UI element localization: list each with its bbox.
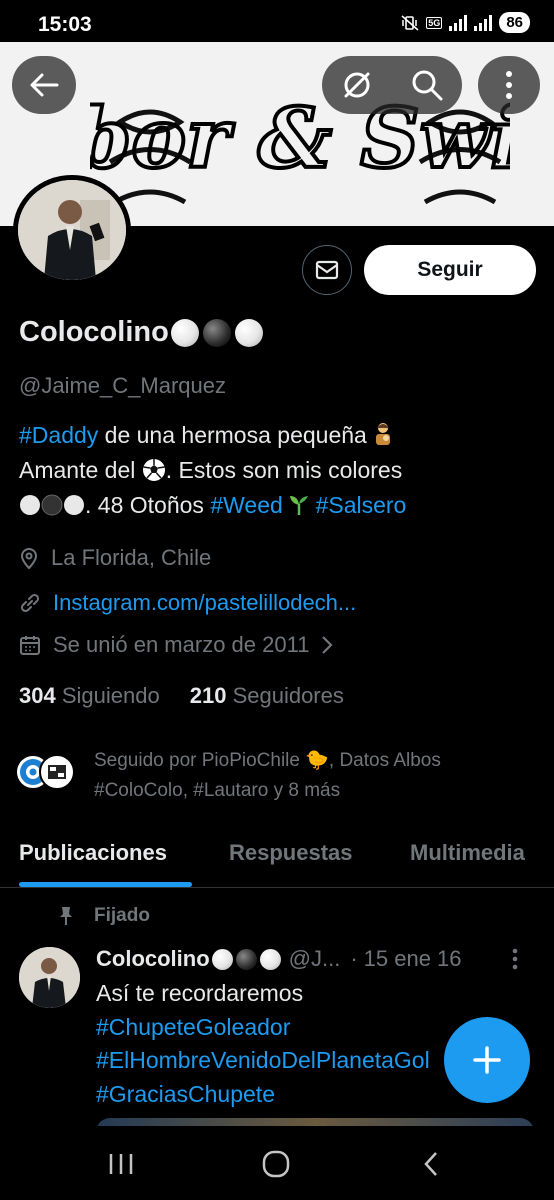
- bio-text-2: Amante del: [19, 457, 136, 483]
- hide-retweets-icon[interactable]: [340, 68, 374, 102]
- location-text: La Florida, Chile: [51, 545, 212, 570]
- home-icon: [262, 1150, 290, 1178]
- status-icons: 5G 86: [401, 12, 530, 33]
- black-circle-icon: [41, 494, 63, 516]
- club-colors-emoji: [211, 948, 281, 970]
- location-row: La Florida, Chile: [19, 545, 211, 571]
- website-link[interactable]: Instagram.com/pastelillodech...: [53, 590, 356, 616]
- home-button[interactable]: [246, 1144, 306, 1184]
- follower-avatar-datos-albos: [39, 754, 75, 790]
- white-circle-icon: [234, 318, 263, 347]
- white-circle-icon: [64, 495, 84, 515]
- pinned-indicator: Fijado: [58, 905, 150, 927]
- hashtag-daddy[interactable]: #Daddy: [19, 422, 98, 448]
- following-count: 304: [19, 683, 56, 708]
- compose-button[interactable]: [444, 1017, 530, 1103]
- post-author-avatar[interactable]: [19, 947, 80, 1008]
- location-pin-icon: [20, 548, 38, 570]
- battery-icon: 86: [499, 12, 530, 33]
- status-bar: 15:03 5G 86: [0, 0, 554, 44]
- signal-icon-2: [474, 14, 493, 31]
- post-more-button[interactable]: [512, 948, 518, 976]
- signal-icon: [449, 14, 468, 31]
- post-line-1: Así te recordaremos: [96, 980, 304, 1006]
- profile-avatar[interactable]: [13, 175, 131, 285]
- profile-name-text: Colocolino: [19, 316, 169, 348]
- message-button[interactable]: [302, 245, 352, 295]
- joined-text: Se unió en marzo de 2011: [53, 632, 310, 657]
- followers-count: 210: [189, 683, 227, 708]
- back-chevron-icon: [424, 1152, 437, 1176]
- system-nav-bar: [0, 1126, 554, 1200]
- status-time: 15:03: [38, 13, 92, 36]
- tab-multimedia[interactable]: Multimedia: [410, 840, 525, 866]
- hashtag-weed[interactable]: #Weed: [210, 492, 282, 518]
- white-circle-icon: [211, 948, 233, 970]
- following-label: Siguiendo: [61, 683, 160, 708]
- back-nav-button[interactable]: [401, 1144, 461, 1184]
- profile-bio: #Daddy de una hermosa pequeña Amante del…: [19, 418, 539, 523]
- pinned-label: Fijado: [94, 905, 150, 926]
- post-author-handle: @J...: [288, 946, 341, 971]
- black-circle-icon: [235, 948, 257, 970]
- tab-publicaciones[interactable]: Publicaciones: [19, 840, 167, 866]
- avatar-photo: [18, 180, 126, 280]
- calendar-icon: [20, 636, 40, 655]
- back-button[interactable]: [12, 56, 76, 114]
- bio-line-3: . 48 Otoños #Weed #Salsero: [19, 488, 539, 523]
- back-arrow-icon: [30, 73, 59, 97]
- chevron-right-icon: [322, 636, 333, 654]
- post-date[interactable]: 15 ene 16: [364, 946, 462, 972]
- followed-by-avatars[interactable]: [15, 746, 87, 792]
- more-vertical-icon: [512, 948, 518, 970]
- bio-line-2: Amante del . Estos son mis colores: [19, 453, 539, 488]
- post-header: Colocolino @J... · 15 ene 16: [96, 946, 462, 972]
- envelope-icon: [315, 260, 339, 280]
- black-circle-icon: [202, 318, 231, 347]
- battery-level: 86: [506, 14, 523, 31]
- profile-handle: @Jaime_C_Marquez: [19, 373, 226, 398]
- profile-name: Colocolino: [19, 316, 263, 349]
- plus-icon: [473, 1046, 501, 1074]
- recent-apps-icon: [109, 1154, 133, 1174]
- header-actions: [322, 56, 462, 114]
- search-icon[interactable]: [410, 68, 444, 102]
- bio-text-2b: . Estos son mis colores: [165, 457, 403, 483]
- network-type: 5G: [426, 16, 443, 29]
- soccer-ball-icon: [142, 459, 165, 481]
- bio-text-3: . 48 Otoños: [85, 492, 211, 518]
- follow-counts: 304 Siguiendo 210 Seguidores: [19, 683, 344, 709]
- hashtag-salsero[interactable]: #Salsero: [316, 492, 407, 518]
- follow-button[interactable]: Seguir: [364, 245, 536, 295]
- following-link[interactable]: 304 Siguiendo: [19, 683, 160, 709]
- link-icon: [20, 593, 40, 613]
- post-separator: ·: [350, 946, 358, 971]
- more-vertical-icon: [506, 71, 512, 99]
- pin-icon: [60, 907, 72, 925]
- website-row: Instagram.com/pastelillodech...: [19, 590, 356, 616]
- bio-text-1: de una hermosa pequeña: [98, 422, 367, 448]
- white-circle-icon: [170, 318, 199, 347]
- mute-vibrate-icon: [401, 14, 419, 31]
- followers-link[interactable]: 210 Seguidores: [190, 683, 344, 709]
- white-circle-icon: [20, 495, 40, 515]
- followers-label: Seguidores: [232, 683, 344, 708]
- white-circle-icon: [259, 948, 281, 970]
- followed-by-text[interactable]: Seguido por PioPioChile 🐤, Datos Albos #…: [94, 746, 534, 806]
- profile-tabs: Publicaciones Respuestas Multimedia: [0, 830, 554, 888]
- more-options-button[interactable]: [478, 56, 540, 114]
- tab-respuestas[interactable]: Respuestas: [229, 840, 353, 866]
- joined-row[interactable]: Se unió en marzo de 2011: [19, 632, 333, 658]
- person-feeding-baby-icon: [376, 423, 391, 445]
- bio-line-1: #Daddy de una hermosa pequeña: [19, 418, 539, 453]
- post-author-name[interactable]: Colocolino: [96, 946, 210, 972]
- bio-colors-emoji: [19, 492, 85, 518]
- club-colors-emoji: [170, 318, 263, 347]
- recent-apps-button[interactable]: [91, 1144, 151, 1184]
- active-tab-indicator: [19, 882, 192, 887]
- seedling-icon: [290, 496, 309, 515]
